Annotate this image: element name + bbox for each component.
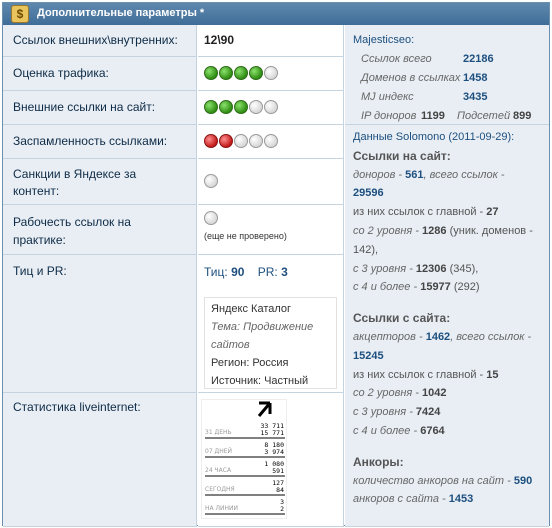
sanctions-label: Санкции в Яндексе за контент: [3,159,197,205]
liveinternet-counter[interactable]: 31 ДЕНЬ 33 711 15 771 07 ДНЕЙ 8 180 3 974 24 Ч… [201,399,287,519]
tic-pr-line: Тиц: 90 PR: 3 [204,265,288,279]
spam-rating [198,125,344,159]
majestic-links-total: Ссылок всего 22186 [361,53,494,65]
rating-dot-empty [264,100,278,114]
liveinternet-row-b: 15 771 [261,429,285,437]
additional-params-panel: $ Дополнительные параметры * Ссылок внеш… [2,2,550,527]
majestic-box: Majesticseo: Ссылок всего 22186 Доменов … [345,25,549,125]
sanctions-status-icon [204,174,218,188]
tic-pr-value: Тиц: 90 PR: 3 Яндекс Каталог Тема: Продв… [198,255,344,393]
rating-dot-empty [264,134,278,148]
solomono-lvl2: со 2 уровня - 1286 (уник. доменов - [353,224,533,237]
rating-dot-filled [234,66,248,80]
tic-pr-label: Тиц и PR: [3,255,197,393]
liveinternet-rows: 31 ДЕНЬ33 71115 77107 ДНЕЙ8 1803 97424 Ч… [205,422,285,515]
traffic-rating [198,57,344,91]
liveinternet-row-b: 3 974 [264,448,284,456]
working-value: (еще не проверено) [198,205,344,255]
solomono-out-total: 15245 [353,349,384,362]
rating-dot-filled [204,66,218,80]
rating-dot-filled [219,66,233,80]
panel-header: $ Дополнительные параметры * [3,3,549,25]
solomono-acceptors: акцепторов - 1462, всего ссылок - [353,330,532,343]
solomono-out-lvl2: со 2 уровня - 1042 [353,387,447,400]
rating-dot-filled [219,134,233,148]
solomono-out-main: из них ссылок с главной - 15 [353,368,499,381]
yandex-catalog-theme: Тема: Продвижение сайтов [211,321,314,351]
pr-value: 3 [281,265,288,279]
rating-dot-filled [204,134,218,148]
external-links-rating [198,91,344,125]
yandex-catalog-card: Яндекс Каталог Тема: Продвижение сайтов … [204,297,337,389]
liveinternet-arrow-icon [257,401,272,417]
solomono-out-title: Ссылки с сайта: [353,311,451,326]
solomono-lvl2-extra: 142), [353,243,379,256]
liveinternet-row-b: 591 [272,467,284,475]
links-label: Ссылок внешних\внутренних: [3,25,197,57]
yandex-catalog-source: Источник: Частный [211,375,309,387]
panel-title: Дополнительные параметры * [37,7,205,19]
traffic-label: Оценка трафика: [3,57,197,91]
rating-dot-filled [249,66,263,80]
rating-dot-filled [204,100,218,114]
tic-value: 90 [231,265,245,279]
solomono-box: Данные Solomono (2011-09-29): Ссылки на … [345,125,549,527]
solomono-anchors-out: анкоров с сайта - 1453 [353,493,474,506]
solomono-out-lvl3: с 3 уровня - 7424 [353,406,441,419]
liveinternet-row-b: 2 [280,505,284,513]
links-value: 12\90 [198,25,344,57]
solomono-out-lvl4: с 4 и более - 6764 [353,424,445,437]
rating-dot-empty [249,134,263,148]
dollar-logo-icon: $ [11,5,29,23]
majestic-mj-index: MJ индекс 3435 [361,91,488,103]
liveinternet-row-label: 24 ЧАСА [205,467,232,474]
solomono-lvl3: с 3 уровня - 12306 (345), [353,262,479,275]
solomono-title: Данные Solomono (2011-09-29): [353,131,515,143]
rating-dot-empty [264,66,278,80]
solomono-lvl4: с 4 и более - 15977 (292) [353,281,480,294]
liveinternet-row-label: 31 ДЕНЬ [205,429,232,436]
working-label: Рабочесть ссылок на практике: [3,205,197,255]
liveinternet-row-b: 84 [276,486,284,494]
liveinternet-row-label: 07 ДНЕЙ [205,448,232,455]
yandex-catalog-region: Регион: Россия [211,357,289,369]
solomono-total: 29596 [353,187,384,200]
spam-dots [204,134,337,148]
rating-dot-empty [234,134,248,148]
solomono-in-title: Ссылки на сайт: [353,148,451,163]
majestic-domains: Доменов в ссылках 1458 [361,72,488,84]
solomono-donors: доноров - 561, всего ссылок - [353,168,505,181]
solomono-main: из них ссылок с главной - 27 [353,206,499,219]
rating-dot-empty [249,100,263,114]
liveinternet-row-label: СЕГОДНЯ [205,486,235,493]
yandex-catalog-title: Яндекс Каталог [211,303,292,315]
working-note: (еще не проверено) [204,231,287,241]
spam-label: Заспамленность ссылками: [3,125,197,159]
liveinternet-row-label: НА ЛИНИИ [205,505,238,512]
external-links-label: Внешние ссылки на сайт: [3,91,197,125]
external-links-dots [204,100,337,114]
liveinternet-svg: 31 ДЕНЬ33 71115 77107 ДНЕЙ8 1803 97424 Ч… [205,401,285,515]
majestic-title: Majesticseo: [353,34,415,46]
stats-value: 31 ДЕНЬ 33 711 15 771 07 ДНЕЙ 8 180 3 974 24 Ч… [198,393,344,527]
solomono-anchors-in: количество анкоров на сайт - 590 [353,474,533,487]
sanctions-value [198,159,344,205]
majestic-ip: IP доноров 1199 Подсетей 899 [361,110,532,122]
stats-label: Статистика liveinternet: [3,393,197,527]
rating-dot-filled [234,100,248,114]
working-status-icon [204,211,218,225]
rating-dot-filled [219,100,233,114]
solomono-anchors-title: Анкоры: [353,454,404,469]
traffic-dots [204,66,337,80]
